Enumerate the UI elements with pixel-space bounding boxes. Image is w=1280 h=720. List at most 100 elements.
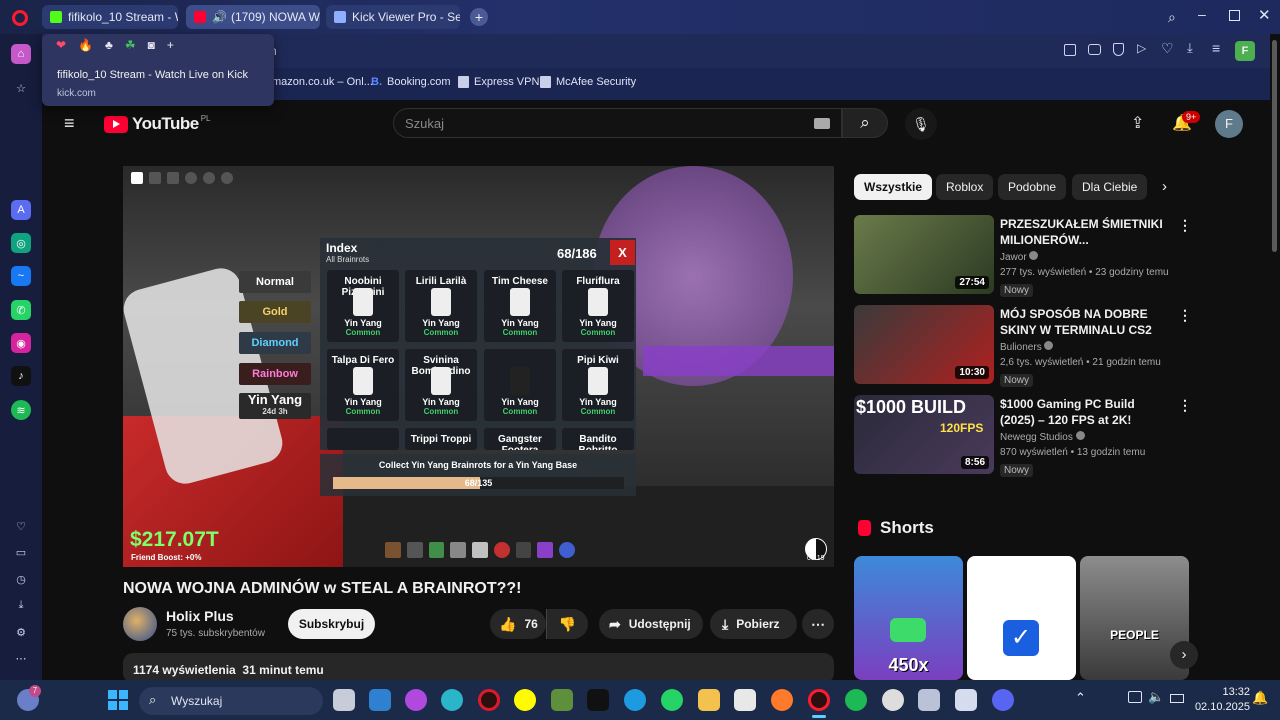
keyboard-icon[interactable]	[814, 118, 830, 129]
snapshot-icon[interactable]	[1088, 44, 1101, 55]
fire-site-icon[interactable]: 🔥	[78, 38, 93, 52]
brainrot-card[interactable]: Talpa Di Fero Yin Yang Common	[327, 349, 399, 421]
chip-all[interactable]: Wszystkie	[854, 174, 933, 200]
app-window-icon[interactable]	[918, 689, 940, 711]
tab-youtube-video[interactable]: 🔊 (1709) NOWA WOJNA	[186, 5, 320, 29]
game-site-icon[interactable]: ♣	[105, 38, 113, 52]
instagram-icon[interactable]: ◉	[11, 333, 31, 353]
opera-logo-icon[interactable]	[12, 10, 28, 26]
youtube-logo[interactable]: YouTube PL	[104, 114, 211, 134]
brainrot-card[interactable]	[327, 428, 399, 450]
voice-search-icon[interactable]: 🎙	[905, 108, 937, 140]
tray-chevron-icon[interactable]: ⌃	[1075, 690, 1086, 706]
favorites-icon[interactable]: ♡	[11, 516, 31, 536]
video-menu-icon[interactable]: ⋮	[1178, 217, 1192, 234]
snapchat-icon[interactable]	[514, 689, 536, 711]
list-icon[interactable]	[149, 172, 161, 184]
play-icon[interactable]: ▷	[1137, 41, 1146, 55]
channel-name[interactable]: Holix Plus	[166, 608, 234, 624]
chip-related[interactable]: Podobne	[998, 174, 1067, 200]
brainrot-card[interactable]: Tim Cheese Yin Yang Common	[484, 270, 556, 342]
emote-icon[interactable]	[203, 172, 215, 184]
opera-active-icon[interactable]	[808, 689, 830, 711]
search-button[interactable]: ⌕	[842, 108, 888, 138]
hotbar-slot-icon[interactable]	[385, 542, 401, 558]
hotbar-slot-icon[interactable]	[515, 542, 532, 558]
taskbar-search[interactable]: ⌕ Wyszukaj	[139, 687, 323, 715]
search-tabs-icon[interactable]: ⌕	[1168, 9, 1176, 26]
new-tab-button[interactable]: +	[470, 8, 488, 26]
clock-time[interactable]: 13:32	[1210, 686, 1250, 698]
rarity-rainbow[interactable]: Rainbow	[239, 363, 311, 385]
shield-icon[interactable]	[1113, 43, 1124, 56]
tiktok-taskbar-icon[interactable]	[587, 689, 609, 711]
add-site-icon[interactable]: +	[167, 38, 174, 52]
discord-taskbar-icon[interactable]	[992, 689, 1014, 711]
bookmark-booking[interactable]: B. Booking.com	[371, 76, 451, 88]
brainrot-card[interactable]: Yin Yang Common	[484, 349, 556, 421]
short-item[interactable]: 450x	[854, 556, 963, 680]
chat-icon[interactable]	[167, 172, 179, 184]
brainrot-card[interactable]: Gangster Footera	[484, 428, 556, 450]
speaker-icon[interactable]: 🔊	[212, 10, 227, 24]
maximize-icon[interactable]	[1229, 10, 1240, 21]
brainrot-card[interactable]: Svinina BombardinoYin YangCommon	[405, 349, 477, 421]
shorts-next-button[interactable]: ›	[1170, 641, 1198, 669]
clock-date[interactable]: 02.10.2025	[1180, 701, 1250, 713]
brainrot-card[interactable]: Trippi Troppi	[405, 428, 477, 450]
hotbar-slot-icon[interactable]	[428, 542, 445, 558]
video-menu-icon[interactable]: ⋮	[1178, 307, 1192, 324]
settings-icon[interactable]: ⚙	[11, 622, 31, 642]
page-scrollbar[interactable]	[1270, 34, 1280, 680]
opera-taskbar-icon[interactable]	[478, 689, 500, 711]
close-window-icon[interactable]: ✕	[1258, 6, 1271, 24]
hotbar-slot-icon[interactable]	[559, 542, 576, 558]
rarity-diamond[interactable]: Diamond	[239, 332, 311, 354]
sync-app-icon[interactable]	[624, 689, 646, 711]
recommended-info[interactable]: MÓJ SPOSÓB NA DOBRE SKINY W TERMINALU CS…	[1000, 306, 1170, 388]
account-avatar[interactable]: F	[1215, 110, 1243, 138]
chips-next-icon[interactable]: ›	[1162, 178, 1167, 195]
app-window-icon[interactable]	[955, 689, 977, 711]
notification-center-icon[interactable]: 🔔	[1252, 690, 1268, 706]
chip-for-you[interactable]: Dla Ciebie	[1072, 174, 1148, 200]
backpack-icon[interactable]	[185, 172, 197, 184]
whatsapp-taskbar-icon[interactable]	[661, 689, 683, 711]
url-field[interactable]: /watch	[242, 40, 1042, 62]
tabs-icon[interactable]: ▭	[11, 542, 31, 562]
tab-kick-viewer[interactable]: Kick Viewer Pro - Send Vie	[326, 5, 460, 29]
minimize-icon[interactable]: –	[1198, 6, 1206, 22]
aria-icon[interactable]: A	[11, 200, 31, 220]
firefox-icon[interactable]	[771, 689, 793, 711]
video-menu-icon[interactable]: ⋮	[1178, 397, 1192, 414]
bookmark-expressvpn[interactable]: Express VPN	[458, 76, 539, 88]
bookmark-mcafee[interactable]: McAfee Security	[540, 76, 636, 88]
start-button[interactable]	[108, 690, 128, 710]
whatsapp-icon[interactable]: ✆	[11, 300, 31, 320]
recommended-thumbnail[interactable]: 8:56 $1000 BUILD 120FPS	[854, 395, 994, 474]
hamburger-menu-icon[interactable]: ≡	[64, 113, 75, 134]
brainrot-card[interactable]: Noobini PizzaniniYin YangCommon	[327, 270, 399, 342]
task-view-icon[interactable]	[333, 689, 355, 711]
explorer-app-icon[interactable]	[369, 689, 391, 711]
hotbar-slot-icon[interactable]	[537, 542, 554, 558]
network-icon[interactable]	[1128, 691, 1142, 703]
edge-icon[interactable]	[441, 689, 463, 711]
hotbar-slot-icon[interactable]	[450, 542, 467, 558]
recommended-thumbnail[interactable]: 10:30	[854, 305, 994, 384]
settings-icon[interactable]	[221, 172, 233, 184]
heart-site-icon[interactable]: ❤	[56, 38, 66, 52]
tiktok-icon[interactable]: ♪	[11, 366, 31, 386]
discord-site-icon[interactable]: ◙	[148, 38, 155, 52]
heart-icon[interactable]: ♡	[1161, 40, 1174, 57]
menu-icon[interactable]: ≡	[1212, 40, 1220, 56]
dislike-button[interactable]: 👎	[546, 609, 588, 639]
index-close-button[interactable]: X	[610, 240, 635, 265]
copilot-icon[interactable]	[405, 689, 427, 711]
hotbar-slot-icon[interactable]	[406, 542, 423, 558]
store-icon[interactable]	[734, 689, 756, 711]
more-actions-button[interactable]: ⋯	[802, 609, 834, 639]
search-input[interactable]: Szukaj	[393, 108, 842, 138]
chatgpt-icon[interactable]: ◎	[11, 233, 31, 253]
spotify-taskbar-icon[interactable]	[845, 689, 867, 711]
